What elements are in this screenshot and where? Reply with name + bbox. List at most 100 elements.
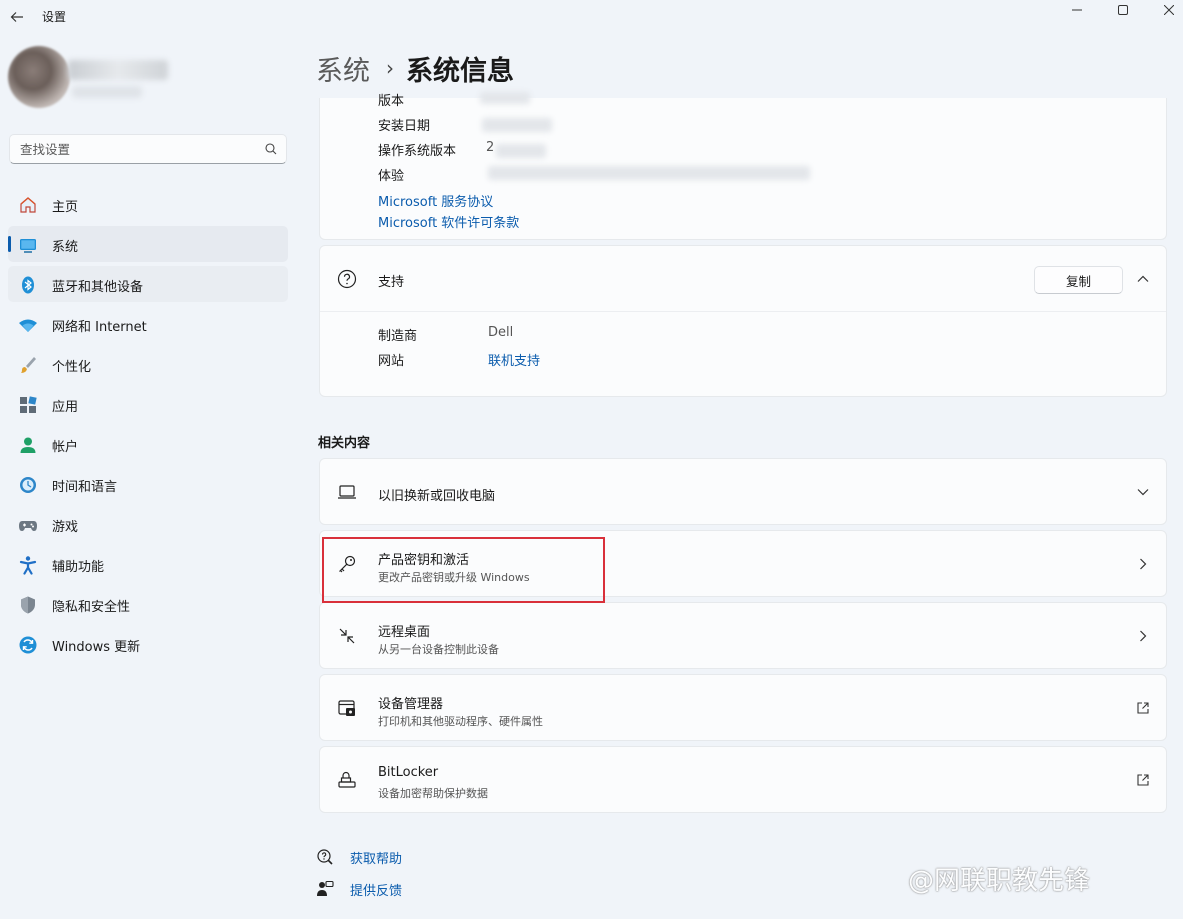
related-item-title: 设备管理器 <box>378 697 444 712</box>
microsoft-license-terms-link[interactable]: Microsoft 软件许可条款 <box>378 212 519 231</box>
sidebar-item-label: 系统 <box>52 240 79 255</box>
search-icon[interactable] <box>264 142 278 156</box>
website-label: 网站 <box>378 354 405 369</box>
brush-icon <box>21 357 36 373</box>
bluetooth-icon <box>22 276 34 294</box>
feedback-icon <box>317 880 334 896</box>
highlight-box <box>322 537 605 603</box>
copy-button[interactable]: 复制 <box>1034 266 1123 294</box>
breadcrumb-separator: › <box>386 56 394 80</box>
sidebar-item-personalization[interactable]: 个性化 <box>8 346 288 382</box>
network-icon <box>19 319 37 332</box>
manufacturer-label: 制造商 <box>378 329 418 344</box>
feedback-link[interactable]: 提供反馈 <box>316 879 402 899</box>
manufacturer-value: Dell <box>488 325 514 340</box>
minimize-button[interactable] <box>1054 0 1100 20</box>
page-title: 系统信息 <box>406 55 514 87</box>
help-circle-icon <box>337 269 357 289</box>
accessibility-icon <box>19 556 37 575</box>
chevron-right-icon <box>1140 558 1147 570</box>
sidebar-item-network[interactable]: 网络和 Internet <box>8 306 288 342</box>
spec-value-os-build: 2 <box>486 140 495 155</box>
avatar <box>8 46 70 108</box>
search-input[interactable] <box>20 140 260 159</box>
related-section-title: 相关内容 <box>318 436 371 451</box>
windows-update-icon <box>19 636 37 654</box>
support-header[interactable]: 支持 复制 <box>320 246 1166 312</box>
related-item-title: BitLocker <box>378 765 439 780</box>
maximize-icon <box>1118 5 1128 15</box>
app-title: 设置 <box>42 10 67 24</box>
related-item-subtitle: 打印机和其他驱动程序、硬件属性 <box>378 715 543 728</box>
arrow-left-icon <box>10 12 23 22</box>
spec-value-redacted <box>480 92 530 104</box>
microsoft-services-agreement-link[interactable]: Microsoft 服务协议 <box>378 191 493 210</box>
sidebar-item-label: 个性化 <box>52 360 92 375</box>
related-item-bitlocker[interactable]: BitLocker 设备加密帮助保护数据 <box>319 746 1167 813</box>
sidebar-item-accounts[interactable]: 帐户 <box>8 426 288 462</box>
spec-label-experience: 体验 <box>378 169 405 184</box>
sidebar-item-label: 网络和 Internet <box>52 320 147 335</box>
sidebar-item-label: 帐户 <box>52 440 79 455</box>
watermark: @网联职教先锋 <box>908 866 1091 896</box>
system-icon <box>20 239 36 253</box>
get-help-link[interactable]: 获取帮助 <box>316 847 402 867</box>
sidebar-item-home[interactable]: 主页 <box>8 186 288 222</box>
sidebar-item-label: 主页 <box>52 200 79 215</box>
breadcrumb-parent[interactable]: 系统 <box>316 49 370 88</box>
sidebar-item-time-language[interactable]: 时间和语言 <box>8 466 288 502</box>
sidebar-item-label: 蓝牙和其他设备 <box>52 280 144 295</box>
external-link-icon <box>1137 774 1149 786</box>
spec-label-os-build: 操作系统版本 <box>378 144 457 159</box>
profile-email-redacted <box>72 86 142 98</box>
close-icon <box>1164 5 1174 15</box>
related-item-remote-desktop[interactable]: 远程桌面 从另一台设备控制此设备 <box>319 602 1167 669</box>
sidebar-nav: 主页 系统 蓝牙和其他设备 网络和 Internet 个性化 应用 帐户 时间和… <box>8 186 288 666</box>
sidebar-item-system[interactable]: 系统 <box>8 226 288 262</box>
support-card: 支持 复制 制造商 Dell 网站 联机支持 <box>319 245 1167 397</box>
spec-value-redacted <box>488 166 810 180</box>
sidebar-item-label: Windows 更新 <box>52 640 141 655</box>
gamepad-icon <box>19 521 37 531</box>
spec-label-install-date: 安装日期 <box>378 119 431 134</box>
related-item-subtitle: 从另一台设备控制此设备 <box>378 643 499 656</box>
chevron-up-icon[interactable] <box>1136 272 1150 286</box>
sidebar-item-accessibility[interactable]: 辅助功能 <box>8 546 288 582</box>
shield-icon <box>21 596 35 614</box>
breadcrumb: 系统 › 系统信息 <box>316 48 514 88</box>
user-profile[interactable] <box>8 44 178 110</box>
get-help-label: 获取帮助 <box>350 851 403 867</box>
home-icon <box>20 197 36 213</box>
maximize-button[interactable] <box>1100 0 1146 20</box>
windows-spec-card: 版本 安装日期 操作系统版本 2 体验 Microsoft 服务协议 Micro… <box>319 92 1167 240</box>
sidebar-item-apps[interactable]: 应用 <box>8 386 288 422</box>
related-item-title: 以旧换新或回收电脑 <box>378 489 496 504</box>
external-link-icon <box>1137 702 1149 714</box>
search-box[interactable] <box>9 134 287 164</box>
support-title: 支持 <box>378 275 405 290</box>
sidebar-item-label: 游戏 <box>52 520 79 535</box>
sidebar-item-label: 时间和语言 <box>52 480 118 495</box>
close-button[interactable] <box>1146 0 1183 20</box>
chevron-right-icon <box>1140 630 1147 642</box>
spec-label-edition: 版本 <box>378 94 405 109</box>
sidebar-item-bluetooth[interactable]: 蓝牙和其他设备 <box>8 266 288 302</box>
laptop-icon <box>338 485 356 499</box>
spec-value-redacted <box>496 144 546 158</box>
back-button[interactable] <box>6 6 28 28</box>
sidebar-item-label: 隐私和安全性 <box>52 600 131 615</box>
sidebar-item-privacy[interactable]: 隐私和安全性 <box>8 586 288 622</box>
related-item-device-manager[interactable]: 设备管理器 打印机和其他驱动程序、硬件属性 <box>319 674 1167 741</box>
related-item-title: 远程桌面 <box>378 625 431 640</box>
chevron-down-icon <box>1137 489 1149 496</box>
online-support-link[interactable]: 联机支持 <box>488 350 540 369</box>
related-item-trade-in[interactable]: 以旧换新或回收电脑 <box>319 458 1167 525</box>
spec-value-redacted <box>482 118 552 132</box>
get-help-icon <box>317 849 333 865</box>
device-manager-icon <box>338 700 355 716</box>
sidebar-item-windows-update[interactable]: Windows 更新 <box>8 626 288 662</box>
active-indicator <box>8 236 11 252</box>
profile-name-redacted <box>68 60 168 80</box>
sidebar-item-gaming[interactable]: 游戏 <box>8 506 288 542</box>
related-item-subtitle: 设备加密帮助保护数据 <box>378 787 488 800</box>
